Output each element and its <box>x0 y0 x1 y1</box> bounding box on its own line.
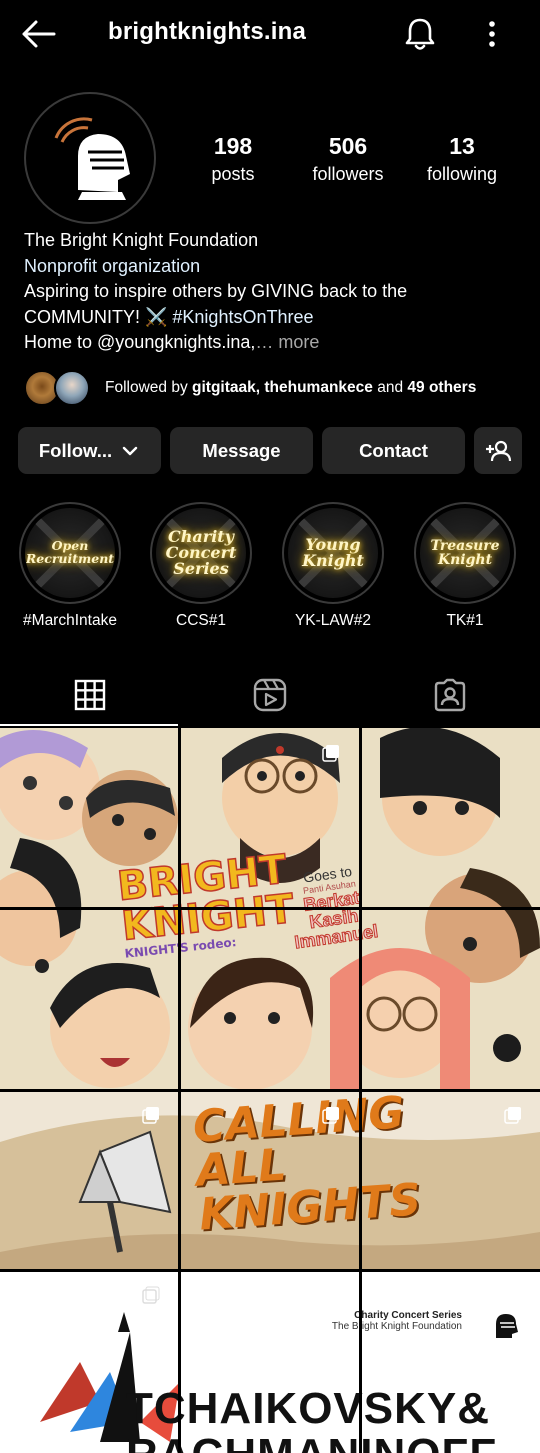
more-options-button[interactable] <box>478 14 506 54</box>
multi-post-icon <box>322 1106 340 1124</box>
following-count[interactable]: 13 following <box>407 132 517 188</box>
profile-bio: The Bright Knight Foundation Nonprofit o… <box>24 228 524 356</box>
highlight-cover-title: Treasure Knight <box>430 537 500 568</box>
highlight-charity-concert[interactable]: Charity Concert Series CCS#1 <box>148 502 254 630</box>
top-bar: brightknights.ina <box>0 0 540 68</box>
post-3-foundation: The Bright Knight Foundation <box>331 1321 462 1332</box>
tab-posts-grid[interactable] <box>0 664 180 726</box>
profile-avatar[interactable] <box>24 92 156 224</box>
suggest-people-button[interactable] <box>474 427 522 474</box>
post-1-destination: Goes to Panti Asuhan Berkat Kasih Immanu… <box>277 859 387 953</box>
highlight-cover-title: Open Recruitment <box>25 538 115 566</box>
posts-count[interactable]: 198 posts <box>178 132 288 188</box>
highlight-young-knight[interactable]: Young Knight YK-LAW#2 <box>280 502 386 630</box>
highlight-ring: Young Knight <box>282 502 384 604</box>
profile-tabs <box>0 664 540 726</box>
mutual-others: 49 others <box>407 379 477 396</box>
knight-logo-icon <box>54 117 130 200</box>
chevron-down-icon <box>122 446 138 455</box>
followers-count-value: 506 <box>328 133 368 159</box>
mutual-followers-text: Followed by gitgitaak, thehumankece and … <box>105 379 476 397</box>
profile-category[interactable]: Nonprofit organization <box>24 254 524 280</box>
bio-line-3: Home to @youngknights.ina,… more <box>24 330 524 356</box>
multi-post-icon <box>142 1106 160 1124</box>
posts-count-value: 198 <box>213 133 253 159</box>
highlight-cover-title: Charity Concert Series <box>165 526 237 579</box>
post-3-headline-line-1: TCHAIKOVSKY& <box>126 1384 491 1433</box>
mutual-middle: and <box>372 379 408 396</box>
highlight-label: #MarchIntake <box>23 612 117 629</box>
post-3-caption: Charity Concert Series The Bright Knight… <box>300 1310 462 1332</box>
highlight-cover: Charity Concert Series <box>156 508 246 598</box>
grid-divider <box>0 1269 540 1272</box>
more-vertical-icon <box>489 21 495 47</box>
mutual-names: gitgitaak, thehumankece <box>192 379 373 396</box>
highlight-cover: Open Recruitment <box>25 508 115 598</box>
bio-line-2-text: COMMUNITY! ⚔️ <box>24 306 173 327</box>
followers-count-label: followers <box>312 164 384 184</box>
highlight-label: YK-LAW#2 <box>294 612 372 629</box>
active-tab-indicator <box>0 724 178 726</box>
bio-hashtag-link[interactable]: #KnightsOnThree <box>172 307 313 327</box>
reels-icon <box>253 678 287 712</box>
highlight-label: CCS#1 <box>176 612 226 629</box>
grid-icon <box>74 679 106 711</box>
highlight-ring: Open Recruitment <box>19 502 121 604</box>
multi-post-icon <box>142 1286 160 1304</box>
posts-count-label: posts <box>211 164 255 184</box>
post-3-series: Charity Concert Series <box>354 1310 462 1321</box>
following-count-value: 13 <box>449 133 475 159</box>
mutual-avatar-2 <box>54 370 90 406</box>
back-arrow-icon <box>22 20 56 48</box>
post-calling-all-knights[interactable]: CALLING ALL KNIGHTS <box>0 1092 540 1270</box>
contact-button[interactable]: Contact <box>322 427 465 474</box>
follow-button[interactable]: Follow... <box>18 427 161 474</box>
notifications-button[interactable] <box>400 14 440 54</box>
grid-divider <box>0 1089 540 1092</box>
highlight-label: TK#1 <box>446 612 484 629</box>
mutual-avatars <box>24 368 96 408</box>
knight-logo-icon <box>496 1314 518 1338</box>
bio-line-2: COMMUNITY! ⚔️ #KnightsOnThree <box>24 305 524 331</box>
highlight-ring: Treasure Knight <box>414 502 516 604</box>
grid-divider <box>0 907 540 910</box>
highlight-ring: Charity Concert Series <box>150 502 252 604</box>
mutual-prefix: Followed by <box>105 379 193 396</box>
posts-grid: BRIGHT KNIGHT KNIGHT'S rodeo: Goes to Pa… <box>0 728 540 1453</box>
following-count-label: following <box>426 164 498 184</box>
highlight-open-recruitment[interactable]: Open Recruitment #MarchIntake <box>17 502 123 630</box>
message-button[interactable]: Message <box>170 427 313 474</box>
followers-count[interactable]: 506 followers <box>293 132 403 188</box>
mutual-followers[interactable]: Followed by gitgitaak, thehumankece and … <box>24 368 524 408</box>
highlight-cover-title: Young Knight <box>302 534 364 570</box>
post-3-headline-line-2: RACHMANINOFF <box>126 1432 497 1453</box>
tab-tagged[interactable] <box>360 664 540 726</box>
multi-post-icon <box>322 744 340 762</box>
contact-button-label: Contact <box>359 439 428 461</box>
bio-line-3-text[interactable]: Home to @youngknights.ina, <box>24 332 255 352</box>
post-2-headline: CALLING ALL KNIGHTS <box>191 1092 422 1241</box>
highlight-treasure-knight[interactable]: Treasure Knight TK#1 <box>412 502 518 630</box>
multi-post-icon <box>504 1106 522 1124</box>
post-3-headline: TCHAIKOVSKY& RACHMANINOFF <box>126 1386 497 1453</box>
post-tchaikovsky[interactable]: Charity Concert Series The Bright Knight… <box>0 1272 540 1453</box>
highlight-cover: Treasure Knight <box>420 508 510 598</box>
post-1-title: BRIGHT KNIGHT KNIGHT'S rodeo: <box>114 846 298 961</box>
profile-display-name: The Bright Knight Foundation <box>24 230 259 250</box>
tab-reels[interactable] <box>180 664 360 726</box>
add-person-icon <box>486 440 512 461</box>
tagged-icon <box>434 678 466 712</box>
follow-button-label: Follow... <box>38 439 113 461</box>
highlight-cover: Young Knight <box>288 508 378 598</box>
bell-icon <box>405 18 435 50</box>
bio-line-1: Aspiring to inspire others by GIVING bac… <box>24 281 408 301</box>
profile-username: brightknights.ina <box>108 18 307 45</box>
back-button[interactable] <box>20 16 64 52</box>
bio-more-link[interactable]: … more <box>255 332 319 352</box>
message-button-label: Message <box>202 439 281 461</box>
